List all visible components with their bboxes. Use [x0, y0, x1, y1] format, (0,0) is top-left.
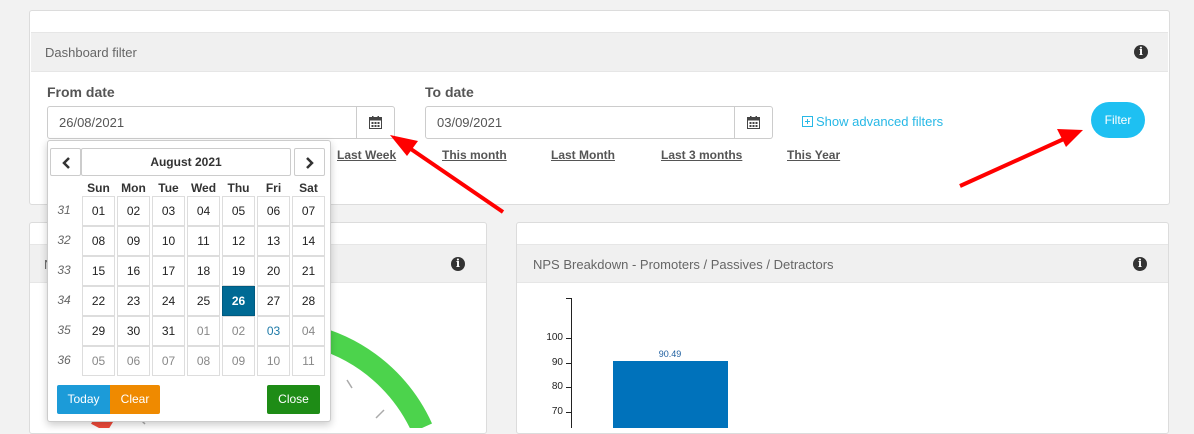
arrow-to-filter	[959, 136, 1067, 188]
arrow-to-calendar	[403, 143, 505, 214]
arrow-head-filter	[1057, 129, 1083, 147]
annotation-arrows	[390, 129, 1083, 214]
